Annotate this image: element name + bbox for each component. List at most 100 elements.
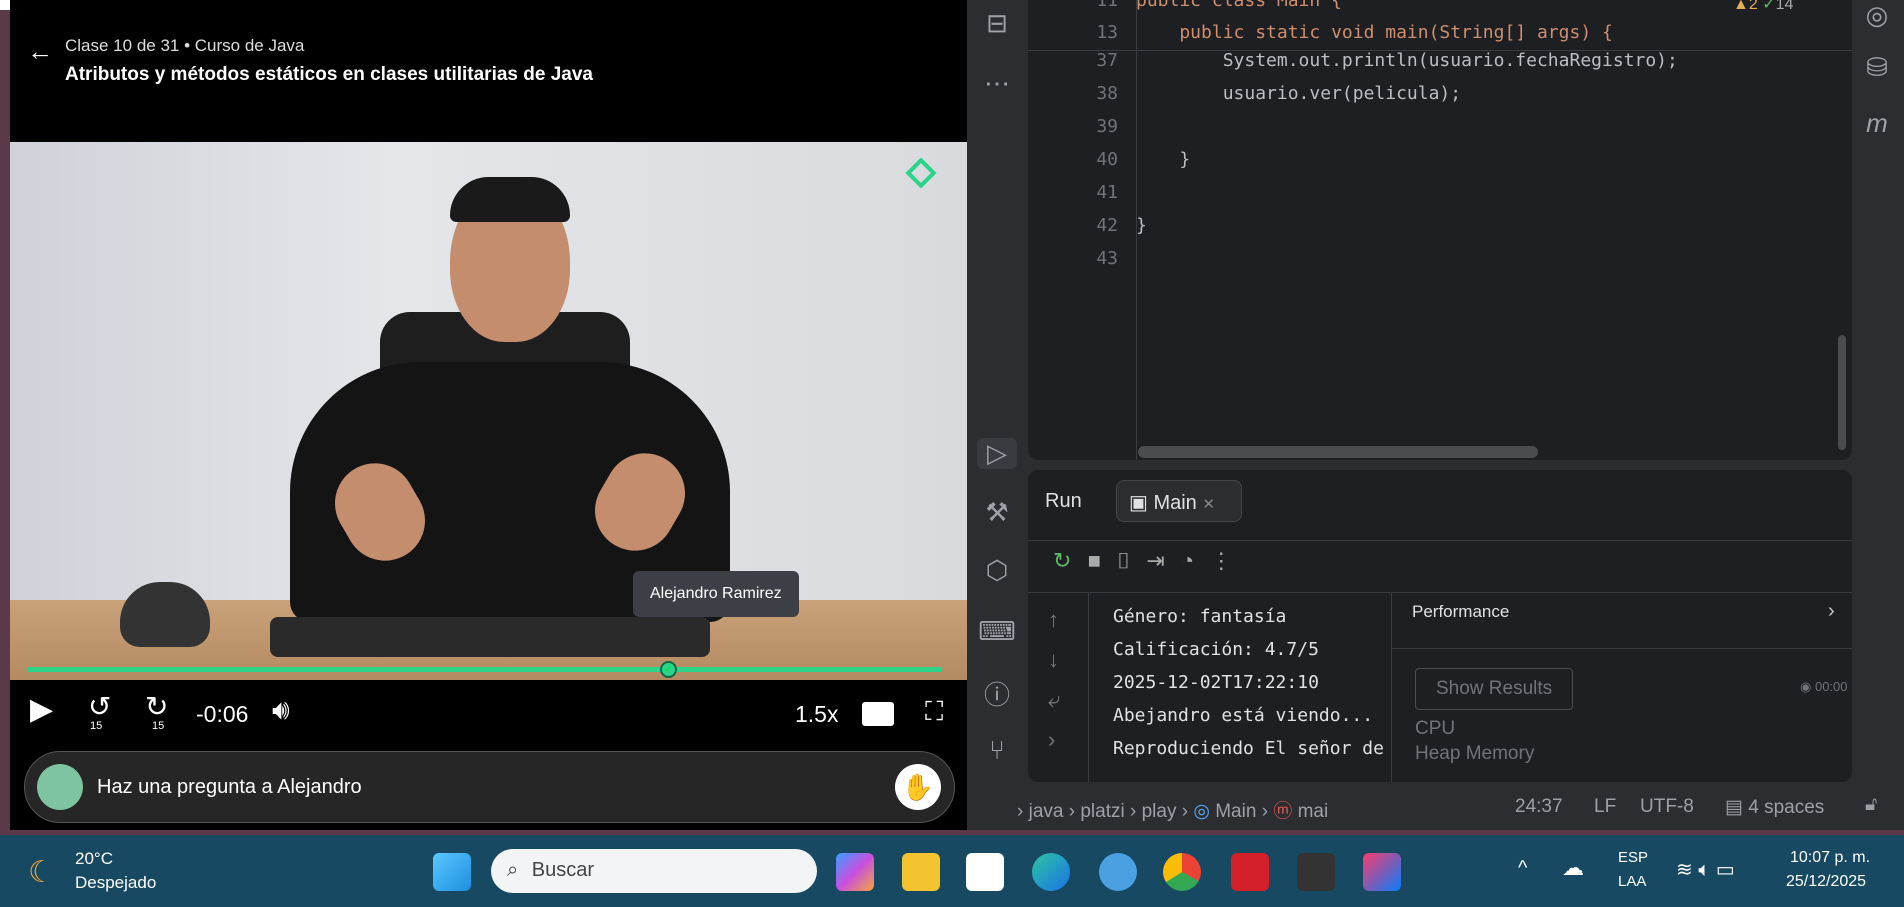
line-number: 42 [1096,215,1118,236]
ask-question-input[interactable]: Haz una pregunta a Alejandro ✋ [24,751,955,823]
lesson-header: ← Clase 10 de 31 • Curso de Java Atribut… [10,10,967,142]
file-encoding[interactable]: UTF-8 [1640,796,1694,818]
run-title: Run [1045,490,1082,512]
fullscreen-icon[interactable]: ⛶ [925,696,943,728]
back-arrow-icon[interactable]: ← [27,36,53,67]
store-icon[interactable] [966,853,1004,891]
code-line: } [1136,149,1191,170]
video-frame[interactable] [10,142,967,680]
instructor-tooltip: Alejandro Ramirez [633,571,799,617]
time-remaining: -0:06 [196,701,249,727]
code-line: public class Main { [1136,0,1342,11]
onedrive-icon[interactable]: ☁ [1562,855,1584,881]
line-number: 37 [1096,50,1118,71]
cpu-label: CPU [1415,718,1456,739]
rerun-icon: ↻ [1053,548,1072,573]
instructor-avatar [37,764,83,810]
tray-chevron-icon[interactable]: ^ [1518,857,1527,880]
wifi-volume-battery-icons[interactable]: ≋ 🔈︎ ▭ [1676,857,1735,882]
raise-hand-icon[interactable]: ✋ [895,764,941,810]
paint-icon[interactable] [1099,853,1137,891]
forward-icon[interactable]: ↻ [145,690,168,723]
database-icon[interactable]: ⛁ [1857,52,1897,83]
more-icon: ⋮ [1210,548,1233,573]
exit-icon: ⇥ [1146,548,1165,573]
start-icon[interactable] [433,853,471,891]
screenshot-icon: ⌷ [1116,548,1131,573]
line-number: 41 [1096,182,1118,203]
line-number: 13 [1096,22,1118,43]
line-number: 40 [1096,149,1118,170]
edge-icon[interactable] [1032,853,1070,891]
code-line: } [1136,215,1147,236]
lesson-title: Atributos y métodos estáticos en clases … [65,64,593,85]
copilot-icon[interactable] [836,853,874,891]
status-bar: › java › platzi › play › ◎ Main › ⓜ mai … [967,780,1904,830]
clock-time[interactable]: 10:07 p. m. [1790,849,1870,867]
line-number: 43 [1096,248,1118,269]
code-line: usuario.ver(pelicula); [1136,83,1462,104]
rewind-seconds: 15 [90,720,103,732]
chevron-right-icon[interactable]: › [1828,600,1835,623]
stop-icon: ■ [1087,548,1101,573]
temperature[interactable]: 20°C [75,849,113,869]
breadcrumb[interactable]: › java › platzi › play › ◎ Main › ⓜ mai [1017,796,1328,823]
line-number: 39 [1096,116,1118,137]
search-box[interactable]: ⌕ Buscar [491,849,817,893]
course-line: Clase 10 de 31 • Curso de Java [65,36,305,55]
clock-date[interactable]: 25/12/2025 [1786,873,1866,891]
problems-icon[interactable]: ⓘ [977,675,1017,712]
volume-icon[interactable]: 🔊︎ [272,694,290,727]
run-panel: Run ▣ Main ✕ ↻ ■ ⌷ ⇥ ◔ ⋮ ↑ ↓ ⤶ › Género: fa… [1028,470,1852,782]
warnings-indicator[interactable]: ▲2 ✓14 [1733,0,1793,14]
progress-check-icon[interactable]: ✓ [660,661,677,678]
maven-icon[interactable]: m [1857,108,1897,139]
console-side-icons[interactable]: ↑ ↓ ⤶ › [1048,600,1060,760]
keyboard-layout[interactable]: LAA [1618,873,1646,890]
file-explorer-icon[interactable] [902,853,940,891]
subtitles-icon[interactable] [862,702,894,726]
chrome-icon[interactable] [1163,853,1201,891]
horizontal-scrollbar[interactable] [1138,446,1538,458]
rewind-icon[interactable]: ↺ [88,690,111,723]
services-icon[interactable]: ⬡ [977,555,1017,586]
progress-bar[interactable] [28,667,941,672]
line-number: 11 [1096,0,1118,11]
lock-icon[interactable]: 🔓︎ [1865,794,1877,816]
git-icon[interactable]: ⑂ [977,735,1017,766]
terminal-app-icon[interactable] [1297,853,1335,891]
run-toolbar[interactable]: ↻ ■ ⌷ ⇥ ◔ ⋮ [1053,548,1232,574]
intellij-icon[interactable] [1363,853,1401,891]
terminal-icon[interactable]: ⌨ [977,616,1017,647]
language-code[interactable]: ESP [1618,849,1648,866]
structure-icon[interactable]: ⊟ [977,8,1017,39]
record-timer: ◉ 00:00 [1800,679,1848,694]
ask-placeholder: Haz una pregunta a Alejandro [97,776,362,798]
close-tab-icon: ✕ [1202,496,1215,513]
video-controls: ▶ ↺ 15 ↻ 15 -0:06 🔊︎ 1.5x ⛶ [10,680,967,750]
speed-button[interactable]: 1.5x [795,701,838,728]
cursor-position[interactable]: 24:37 [1515,796,1563,818]
run-icon[interactable]: ▷ [977,438,1017,469]
heap-label: Heap Memory [1415,743,1535,764]
more-icon[interactable]: ⋯ [977,68,1017,99]
weather-moon-icon[interactable]: ☾ [28,855,55,890]
line-number: 38 [1096,83,1118,104]
platzi-logo-icon [905,157,937,189]
weather-text[interactable]: Despejado [75,873,156,893]
code-line: System.out.println(usuario.fechaRegistro… [1136,50,1678,71]
recorder-icon[interactable] [1231,853,1269,891]
vertical-scrollbar[interactable] [1838,335,1846,450]
build-icon[interactable]: ⚒ [977,497,1017,528]
code-editor[interactable]: 11 public class Main { 13 public static … [1028,0,1852,460]
show-results-button[interactable]: Show Results [1415,668,1574,710]
performance-header[interactable]: Performance [1412,602,1509,622]
indent-setting[interactable]: ▤ 4 spaces [1725,796,1824,819]
tab-main[interactable]: ▣ Main ✕ [1116,480,1242,522]
ai-assistant-icon[interactable]: ◎ [1857,0,1897,31]
console-output[interactable]: Género: fantasía Calificación: 4.7/5 2025-… [1113,600,1391,765]
code-line: public static void main(String[] args) { [1136,22,1613,43]
line-separator[interactable]: LF [1594,796,1616,818]
play-icon[interactable]: ▶ [30,692,53,727]
profiler-icon: ◔ [1180,548,1195,573]
